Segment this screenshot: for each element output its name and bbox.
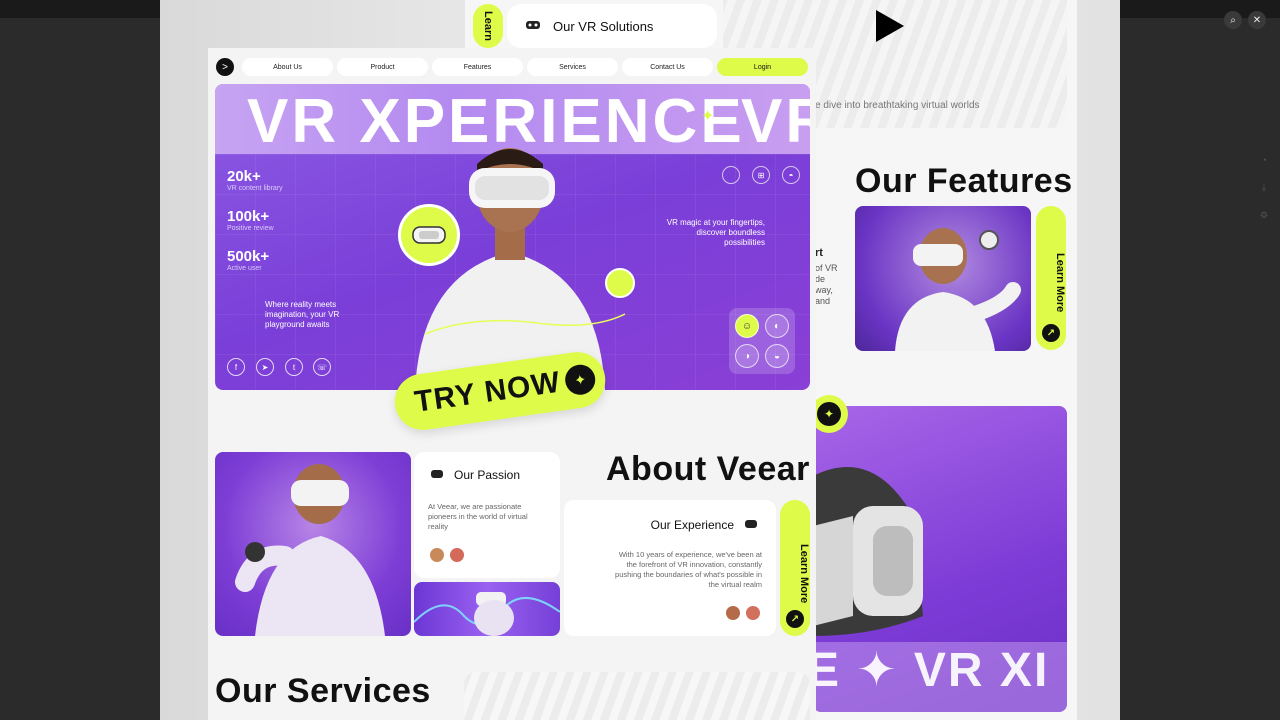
features-text-fragment: rt of VR de way, and — [815, 247, 838, 307]
services-wave-banner — [464, 672, 810, 720]
headset-icon[interactable]: ◑ — [735, 344, 759, 368]
stat-value: 20k+ — [227, 168, 261, 185]
features-title: Our Features — [855, 162, 1073, 200]
nav-services[interactable]: Services — [527, 58, 618, 76]
features-learn-more-label: Learn More — [1054, 253, 1066, 313]
apple-icon[interactable] — [722, 166, 740, 184]
download-icon[interactable]: ⤓ — [1258, 182, 1270, 194]
logo-icon[interactable]: > — [216, 58, 234, 76]
arrow-icon: ↗ — [786, 610, 804, 628]
nav-product[interactable]: Product — [337, 58, 428, 76]
passion-image — [215, 452, 411, 636]
vr-solutions-card: Our VR Solutions — [507, 4, 717, 48]
headset-icon[interactable]: ◐ — [765, 314, 789, 338]
avatar — [724, 604, 742, 622]
features-learn-more-button[interactable]: Learn More ↗ — [1036, 206, 1066, 350]
stat-active-user: 500k+ Active user — [227, 248, 269, 272]
bell-icon[interactable]: ◔ — [1258, 155, 1270, 167]
close-icon[interactable]: ✕ — [1248, 11, 1266, 29]
headset-thumbnail — [398, 204, 460, 266]
back-learn-tab[interactable]: Learn — [473, 4, 503, 48]
twitter-icon[interactable]: t — [285, 358, 303, 376]
passion-text: At Veear, we are passionate pioneers in … — [428, 502, 528, 531]
experience-text: With 10 years of experience, we've been … — [615, 550, 762, 589]
features-image — [855, 206, 1031, 351]
passion-card: Our Passion At Veear, we are passionate … — [414, 452, 560, 578]
vr-headset-icon — [525, 19, 541, 34]
passion-strip-image — [414, 582, 560, 636]
headset-icon[interactable]: ◒ — [765, 344, 789, 368]
passion-title: Our Passion — [454, 468, 521, 482]
try-now-label: TRY NOW — [412, 365, 563, 419]
banner-caption: e dive into breathtaking virtual worlds — [815, 100, 980, 111]
user-thumbnail[interactable]: ☺ — [735, 314, 759, 338]
stat-label: VR content library — [227, 185, 283, 192]
nav-contact-us[interactable]: Contact Us — [622, 58, 713, 76]
windows-icon[interactable]: ⊞ — [752, 166, 770, 184]
vr-headset-icon — [430, 468, 444, 482]
services-title: Our Services — [215, 672, 431, 710]
android-icon[interactable]: ◓ — [782, 166, 800, 184]
settings-icon[interactable]: ⚙ — [1258, 210, 1270, 222]
headset-mini-thumbnail — [605, 268, 635, 298]
experience-title: Our Experience — [650, 518, 734, 532]
avatar — [428, 546, 446, 564]
facebook-icon[interactable]: f — [227, 358, 245, 376]
vr-solutions-title: Our VR Solutions — [553, 18, 654, 34]
sparkle-icon: ✦ — [701, 108, 715, 125]
stat-value: 100k+ — [227, 208, 270, 225]
passion-avatars — [428, 546, 466, 564]
hero-banner: VR XPERIENCE ✦ VR 20k+ VR content librar… — [215, 84, 810, 390]
thumbnail-grid: ☺ ◐ ◑ ◒ — [729, 308, 795, 374]
telegram-icon[interactable]: ➤ — [256, 358, 274, 376]
experience-header: Our Experience — [651, 518, 758, 532]
play-icon — [876, 10, 904, 42]
hero-right-text: VR magic at your fingertips, discover bo… — [666, 218, 765, 247]
top-nav: > About Us Product Features Services Con… — [216, 56, 808, 78]
stat-label: Positive review — [227, 225, 274, 232]
play-button[interactable] — [840, 0, 940, 62]
whatsapp-icon[interactable]: ☏ — [313, 358, 331, 376]
experience-avatars — [724, 604, 762, 622]
nav-features[interactable]: Features — [432, 58, 523, 76]
passion-header: Our Passion — [430, 468, 520, 482]
vr-headset-icon — [744, 518, 758, 532]
stat-value: 500k+ — [227, 248, 270, 265]
nav-about-us[interactable]: About Us — [242, 58, 333, 76]
design-canvas: Learn Our VR Solutions e dive into breat… — [160, 0, 1120, 720]
about-learn-more-button[interactable]: Learn More ↗ — [780, 500, 810, 636]
hero-title-repeat: VR — [741, 87, 810, 156]
hero-tagline: Where reality meets imagination, your VR… — [265, 300, 340, 329]
front-design-panel: > About Us Product Features Services Con… — [208, 48, 816, 720]
about-learn-more-label: Learn More — [798, 544, 810, 604]
avatar — [744, 604, 762, 622]
stat-positive-review: 100k+ Positive review — [227, 208, 274, 232]
stat-label: Active user — [227, 265, 262, 272]
arrow-icon: ↗ — [1042, 324, 1060, 342]
sparkle-icon: ✦ — [817, 402, 841, 426]
back-hero-title: E ✦ VR XI — [807, 644, 1050, 697]
experience-card: Our Experience With 10 years of experien… — [564, 500, 776, 636]
avatar — [448, 546, 466, 564]
sparkle-icon: ✦ — [563, 362, 598, 397]
login-button[interactable]: Login — [717, 58, 808, 76]
stat-content-library: 20k+ VR content library — [227, 168, 283, 192]
zoom-in-icon[interactable]: ⌕ — [1224, 11, 1242, 29]
about-title: About Veear — [606, 450, 810, 488]
